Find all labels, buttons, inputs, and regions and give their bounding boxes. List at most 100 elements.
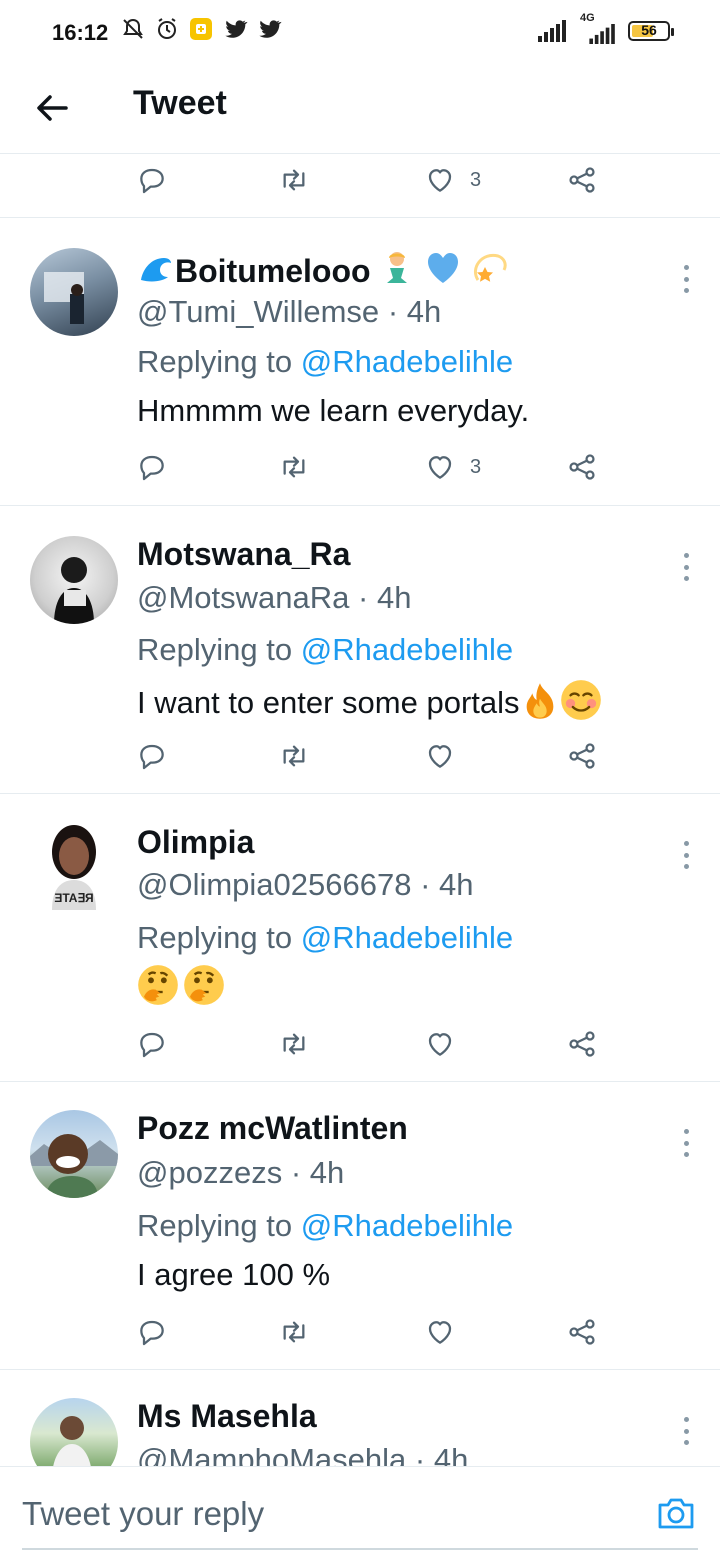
mention-link[interactable]: @Rhadebelihle [301, 632, 513, 667]
thinking-face-emoji [137, 964, 179, 1014]
app-notification-icon [188, 16, 214, 42]
timestamp: · 4h [290, 1155, 345, 1190]
replying-to: Replying to @Rhadebelihle [137, 1208, 513, 1244]
signal-4g-icon: 4G [578, 12, 618, 44]
camera-icon[interactable] [656, 1495, 696, 1531]
like-button[interactable] [424, 1024, 470, 1064]
avatar[interactable] [30, 1398, 118, 1466]
battery-level: 56 [641, 22, 657, 38]
user-name: Boitumelooo [175, 253, 371, 289]
wave-emoji [137, 250, 175, 294]
avatar[interactable] [30, 536, 118, 624]
replying-prefix: Replying to [137, 632, 293, 667]
retweet-button[interactable] [278, 1024, 310, 1064]
share-button[interactable] [566, 447, 598, 487]
share-icon [569, 454, 595, 480]
more-options-icon[interactable] [682, 553, 690, 581]
user-handle[interactable]: @pozzezs · 4h [137, 1155, 344, 1191]
status-bar: 16:12 4G 56 [0, 0, 720, 64]
like-button[interactable] [424, 1312, 470, 1352]
retweet-button[interactable] [278, 160, 310, 200]
fire-emoji [520, 681, 560, 729]
arrow-left-icon[interactable] [30, 86, 74, 130]
twitter-bird-icon [222, 16, 248, 42]
share-button[interactable] [566, 1312, 598, 1352]
mention-link[interactable]: @Rhadebelihle [301, 344, 513, 379]
user-handle[interactable]: @Olimpia02566678 · 4h [137, 867, 474, 903]
alarm-icon [154, 16, 180, 42]
like-button[interactable] [424, 736, 470, 776]
reply-icon [140, 744, 164, 770]
user-handle[interactable]: @MotswanaRa · 4h [137, 580, 411, 616]
handle-text: @Olimpia02566678 [137, 867, 412, 902]
page-title: Tweet [133, 84, 227, 122]
handle-text: @MamphoMasehla [137, 1442, 407, 1466]
reply-icon [140, 1032, 164, 1058]
share-button[interactable] [566, 160, 598, 200]
replying-prefix: Replying to [137, 1208, 293, 1243]
more-options-icon[interactable] [682, 265, 690, 293]
user-name[interactable]: Olimpia [137, 824, 254, 861]
timestamp: · 4h [420, 867, 474, 902]
retweet-button[interactable] [278, 1312, 310, 1352]
share-icon [569, 1319, 595, 1345]
mention-link[interactable]: @Rhadebelihle [301, 1208, 513, 1243]
heart-icon [428, 1033, 452, 1056]
reply-button[interactable] [136, 447, 168, 487]
retweet-icon [283, 456, 305, 478]
reply-button[interactable] [136, 1312, 168, 1352]
mute-icon [120, 16, 146, 42]
like-button[interactable]: 3 [424, 160, 481, 200]
share-icon [569, 167, 595, 193]
mermaid-emoji [379, 250, 415, 294]
replying-prefix: Replying to [137, 344, 293, 379]
heart-icon [428, 1321, 452, 1344]
like-count: 3 [470, 168, 482, 191]
replying-to: Replying to @Rhadebelihle [137, 920, 513, 956]
reply-button[interactable] [136, 736, 168, 776]
avatar[interactable] [30, 248, 118, 336]
reply-input[interactable]: Tweet your reply [22, 1495, 264, 1533]
reply-icon [140, 455, 164, 481]
like-button[interactable]: 3 [424, 447, 481, 487]
more-options-icon[interactable] [682, 841, 690, 869]
user-name[interactable]: Motswana_Ra [137, 536, 350, 573]
reply-button[interactable] [136, 1024, 168, 1064]
share-button[interactable] [566, 1024, 598, 1064]
heart-icon [428, 456, 452, 479]
reply-button[interactable] [136, 160, 168, 200]
app-header: Tweet [0, 64, 720, 154]
replying-to: Replying to @Rhadebelihle [137, 632, 513, 668]
share-button[interactable] [566, 736, 598, 776]
tweet-text: I agree 100 % [137, 1257, 331, 1292]
more-options-icon[interactable] [682, 1129, 690, 1157]
more-options-icon[interactable] [682, 1417, 690, 1445]
tweet-item[interactable]: Ms Masehla @MamphoMasehla · 4h [0, 1370, 720, 1466]
retweet-icon [283, 745, 305, 767]
replying-to: Replying to @Rhadebelihle [137, 344, 513, 380]
user-handle[interactable]: @MamphoMasehla · 4h [137, 1442, 468, 1466]
status-notification-icons [120, 16, 282, 42]
mention-link[interactable]: @Rhadebelihle [301, 920, 513, 955]
retweet-button[interactable] [278, 447, 310, 487]
twitter-bird-icon [256, 16, 282, 42]
timestamp: · 4h [358, 580, 412, 615]
signal-icon [538, 20, 566, 42]
handle-text: @Tumi_Willemse [137, 294, 380, 329]
avatar[interactable] [30, 1110, 118, 1198]
user-name[interactable]: Ms Masehla [137, 1398, 317, 1435]
like-count: 3 [470, 455, 482, 478]
display-name[interactable]: Boitumelooo [137, 250, 509, 294]
heart-icon [428, 745, 452, 768]
replying-prefix: Replying to [137, 920, 293, 955]
user-name[interactable]: Pozz mcWatlinten [137, 1110, 408, 1147]
user-handle[interactable]: @Tumi_Willemse · 4h [137, 294, 441, 330]
tweet-actions: 3 [136, 447, 616, 487]
tweet-text-content: I want to enter some portals [137, 685, 520, 720]
avatar[interactable]: ƎTA∃Я [30, 822, 118, 910]
share-icon [569, 743, 595, 769]
heart-icon [428, 169, 452, 192]
retweet-icon [283, 169, 305, 191]
retweet-icon [283, 1321, 305, 1343]
retweet-button[interactable] [278, 736, 310, 776]
